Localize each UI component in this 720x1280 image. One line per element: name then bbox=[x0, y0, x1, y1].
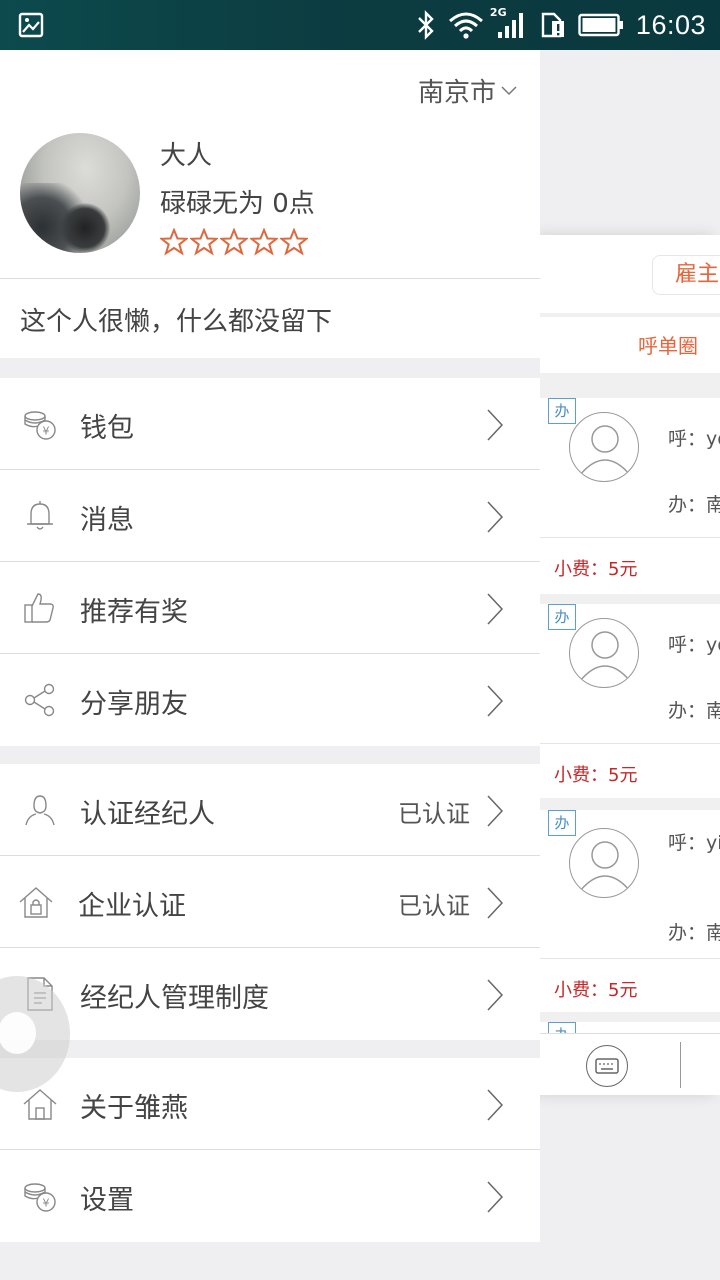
bluetooth-icon bbox=[418, 10, 434, 40]
star-empty-icon bbox=[280, 228, 308, 256]
coins-icon: ¥ bbox=[24, 1183, 56, 1212]
tip-text: 小费：5元 bbox=[554, 765, 638, 786]
menu-item-wallet[interactable]: ¥ 钱包 bbox=[0, 378, 540, 470]
star-empty-icon bbox=[220, 228, 248, 256]
chevron-down-icon bbox=[501, 85, 517, 95]
profile-header: 南京市 大人 碌碌无为 0点 bbox=[0, 50, 540, 278]
navigation-drawer: 南京市 大人 碌碌无为 0点 这个人很懒，什么都没留下 ¥ 钱包 消息 推荐有奖… bbox=[0, 50, 540, 1242]
caller-text: 呼：yi bbox=[668, 832, 720, 854]
menu-item-label: 分享朋友 bbox=[80, 689, 188, 720]
bell-icon bbox=[27, 501, 53, 530]
house-lock-icon bbox=[19, 887, 53, 918]
user-name: 大人 bbox=[160, 141, 213, 171]
wifi-icon bbox=[448, 12, 483, 39]
chevron-right-icon bbox=[487, 409, 504, 441]
battery-icon bbox=[578, 13, 623, 37]
signature-text: 这个人很懒，什么都没留下 bbox=[20, 307, 333, 337]
ban-badge: 办 bbox=[548, 810, 576, 836]
chevron-right-icon bbox=[487, 979, 504, 1011]
caller-text: 呼：yo bbox=[668, 634, 720, 656]
handler-text: 办：南 bbox=[668, 700, 720, 722]
divider bbox=[540, 958, 720, 959]
menu-item-referral[interactable]: 推荐有奖 bbox=[0, 562, 540, 654]
avatar[interactable] bbox=[20, 133, 140, 253]
handler-text: 办：南 bbox=[668, 494, 720, 516]
order-card[interactable]: 办 呼：yi 办：南 小费：5元 bbox=[540, 810, 720, 1012]
order-card[interactable]: 办 呼：yo 办：南 小费：5元 bbox=[540, 398, 720, 594]
star-empty-icon bbox=[250, 228, 278, 256]
sim-alert-icon bbox=[541, 12, 564, 38]
menu-group: 关于雏燕 ¥ 设置 bbox=[0, 1058, 540, 1242]
city-selector[interactable]: 南京市 bbox=[418, 72, 518, 109]
divider bbox=[540, 537, 720, 538]
status-bar: 2G 16:03 bbox=[0, 0, 720, 50]
city-label: 南京市 bbox=[417, 78, 496, 108]
signature-row[interactable]: 这个人很懒，什么都没留下 bbox=[0, 278, 540, 358]
ban-badge: 办 bbox=[548, 398, 576, 424]
menu-item-share[interactable]: 分享朋友 bbox=[0, 654, 540, 746]
thumbs-up-icon bbox=[24, 593, 54, 623]
divider bbox=[540, 743, 720, 744]
keyboard-icon[interactable] bbox=[586, 1045, 628, 1087]
menu-item-label: 经纪人管理制度 bbox=[80, 983, 269, 1014]
clock: 16:03 bbox=[635, 9, 706, 40]
subtab-bar: 呼单圈 bbox=[540, 317, 720, 373]
chevron-right-icon bbox=[487, 593, 504, 625]
menu-group: 认证经纪人 已认证 企业认证 已认证 经纪人管理制度 bbox=[0, 764, 540, 1040]
background-header: 雇主 bbox=[540, 235, 720, 313]
chevron-right-icon bbox=[487, 795, 504, 827]
star-empty-icon bbox=[160, 228, 188, 256]
menu-item-label: 设置 bbox=[80, 1185, 134, 1216]
divider bbox=[680, 1042, 681, 1088]
chevron-right-icon bbox=[487, 685, 504, 717]
tip-text: 小费：5元 bbox=[554, 559, 638, 580]
chevron-right-icon bbox=[487, 1181, 504, 1213]
star-empty-icon bbox=[190, 228, 218, 256]
ban-badge: 办 bbox=[548, 604, 576, 630]
coins-icon: ¥ bbox=[24, 411, 56, 440]
handler-text: 办：南 bbox=[668, 922, 720, 944]
order-card[interactable]: 办 呼：yo 办：南 小费：5元 bbox=[540, 604, 720, 798]
tab-hudanquan[interactable]: 呼单圈 bbox=[638, 330, 698, 359]
caller-text: 呼：yo bbox=[668, 428, 720, 450]
tip-text: 小费：5元 bbox=[554, 980, 638, 1001]
menu-item-agent-verification[interactable]: 认证经纪人 已认证 bbox=[0, 764, 540, 856]
person-icon bbox=[25, 795, 55, 826]
menu-item-company-verification[interactable]: 企业认证 已认证 bbox=[0, 856, 540, 948]
menu-item-label: 钱包 bbox=[80, 413, 134, 444]
gallery-notification-icon bbox=[18, 12, 44, 38]
menu-item-label: 认证经纪人 bbox=[80, 799, 215, 830]
default-avatar-icon bbox=[569, 828, 639, 898]
rating-stars bbox=[160, 228, 308, 256]
menu-item-agent-policy[interactable]: 经纪人管理制度 bbox=[0, 948, 540, 1040]
user-level: 碌碌无为 0点 bbox=[160, 189, 315, 219]
default-avatar-icon bbox=[569, 412, 639, 482]
chevron-right-icon bbox=[487, 887, 504, 919]
cellular-signal-icon: 2G bbox=[490, 6, 528, 40]
menu-item-label: 推荐有奖 bbox=[80, 597, 188, 628]
menu-item-label: 关于雏燕 bbox=[80, 1093, 188, 1124]
bottom-bar bbox=[540, 1033, 720, 1095]
menu-item-label: 企业认证 bbox=[78, 891, 186, 922]
background-page[interactable]: 雇主 呼单圈 办 呼：yo 办：南 小费：5元 办 呼：yo 办：南 小费：5元… bbox=[540, 235, 720, 1095]
default-avatar-icon bbox=[569, 618, 639, 688]
share-icon bbox=[24, 683, 55, 717]
svg-text:¥: ¥ bbox=[43, 1197, 50, 1210]
chevron-right-icon bbox=[487, 1089, 504, 1121]
menu-item-label: 消息 bbox=[80, 505, 134, 536]
home-icon bbox=[23, 1089, 57, 1120]
verified-status: 已认证 bbox=[398, 800, 470, 828]
menu-item-messages[interactable]: 消息 bbox=[0, 470, 540, 562]
menu-group: ¥ 钱包 消息 推荐有奖 分享朋友 bbox=[0, 378, 540, 746]
chevron-right-icon bbox=[487, 501, 504, 533]
tab-employer[interactable]: 雇主 bbox=[652, 255, 720, 295]
network-type-label: 2G bbox=[489, 6, 507, 19]
verified-status: 已认证 bbox=[398, 892, 470, 920]
svg-text:¥: ¥ bbox=[43, 425, 50, 438]
menu-item-about[interactable]: 关于雏燕 bbox=[0, 1058, 540, 1150]
menu-item-settings[interactable]: ¥ 设置 bbox=[0, 1150, 540, 1242]
